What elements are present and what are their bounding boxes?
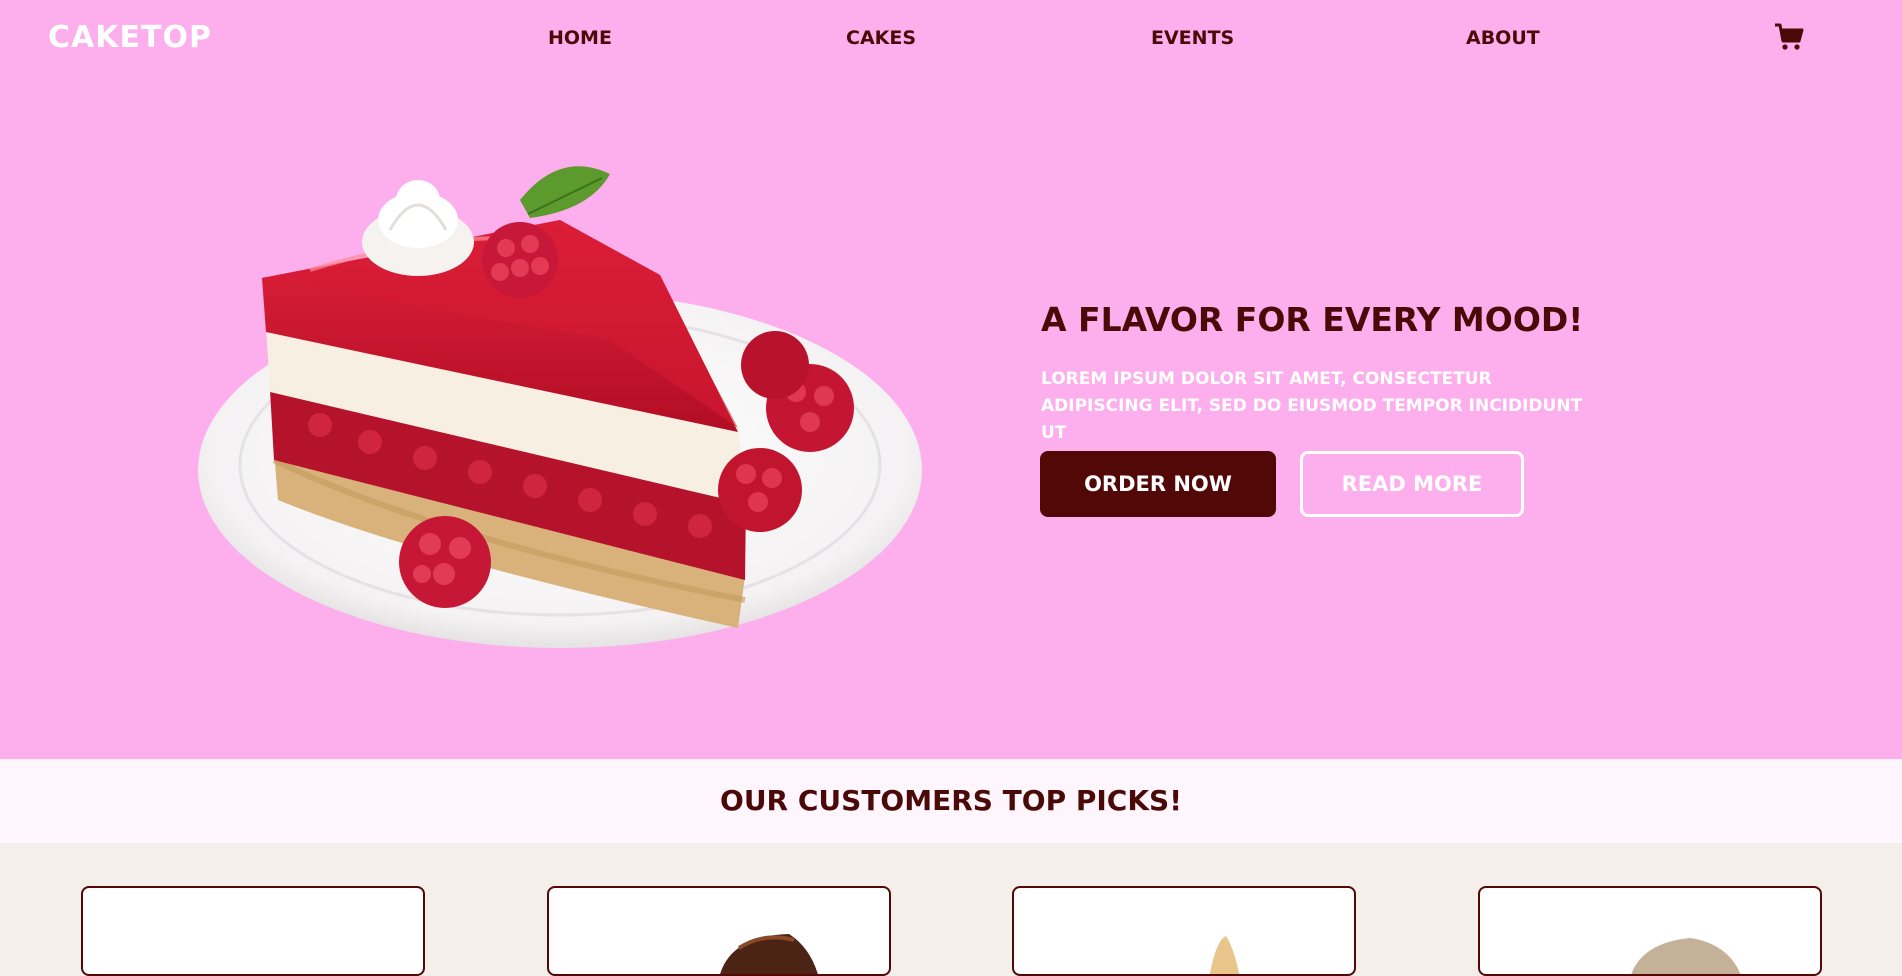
cake-slice-image bbox=[198, 166, 922, 648]
product-card[interactable] bbox=[547, 886, 891, 976]
product-card[interactable] bbox=[1478, 886, 1822, 976]
order-now-button[interactable]: ORDER NOW bbox=[1040, 451, 1276, 517]
read-more-button[interactable]: READ MORE bbox=[1300, 451, 1524, 517]
logo[interactable]: CAKETOP bbox=[48, 20, 212, 55]
product-image bbox=[720, 934, 818, 974]
nav-events[interactable]: EVENTS bbox=[1151, 27, 1234, 49]
hero-section: CAKETOP HOME CAKES EVENTS ABOUT A FLAVOR… bbox=[0, 0, 1902, 759]
product-card[interactable] bbox=[1012, 886, 1356, 976]
top-picks-title: OUR CUSTOMERS TOP PICKS! bbox=[720, 784, 1182, 817]
product-image bbox=[1209, 936, 1240, 974]
product-image bbox=[1631, 938, 1741, 974]
shopping-cart-icon[interactable] bbox=[1774, 22, 1804, 52]
hero-headline: A FLAVOR FOR EVERY MOOD! bbox=[1041, 300, 1584, 339]
hero-description: LOREM IPSUM DOLOR SIT AMET, CONSECTETUR … bbox=[1041, 369, 1583, 443]
nav-about[interactable]: ABOUT bbox=[1466, 27, 1540, 49]
nav-home[interactable]: HOME bbox=[548, 27, 612, 49]
nav-cakes[interactable]: CAKES bbox=[846, 27, 916, 49]
product-card[interactable] bbox=[81, 886, 425, 976]
